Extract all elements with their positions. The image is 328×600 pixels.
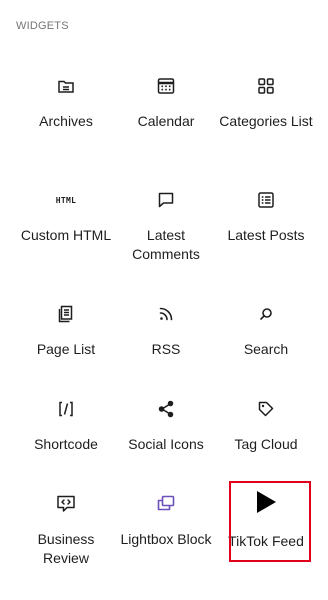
lightbox-icon [154, 492, 178, 516]
block-label: Lightbox Block [120, 531, 212, 547]
categories-icon [254, 74, 278, 98]
block-calendar[interactable]: Calendar [116, 74, 216, 131]
block-lightbox-block[interactable]: Lightbox Block [116, 492, 216, 549]
block-label: Calendar [137, 113, 195, 129]
tag-icon [254, 397, 278, 421]
block-archives[interactable]: Archives [16, 74, 116, 131]
block-page-list[interactable]: Page List [16, 302, 116, 359]
block-tiktok-feed[interactable]: TikTok Feed [216, 491, 316, 551]
comment-icon [154, 188, 178, 212]
block-label: Categories List [219, 113, 313, 129]
block-business-review[interactable]: Business Review [16, 492, 116, 568]
html-icon-text: HTML [55, 195, 77, 205]
block-latest-posts[interactable]: Latest Posts [216, 188, 316, 245]
block-search[interactable]: Search [216, 302, 316, 359]
archive-icon [54, 74, 78, 98]
play-icon [254, 488, 278, 516]
calendar-icon [154, 74, 178, 98]
block-label: Archives [39, 113, 93, 129]
block-rss[interactable]: RSS [116, 302, 216, 359]
block-latest-comments[interactable]: Latest Comments [116, 188, 216, 264]
pages-icon [54, 302, 78, 326]
block-label: TikTok Feed [228, 533, 304, 549]
block-label: Business Review [37, 531, 95, 566]
section-title: Widgets [16, 20, 69, 32]
block-label: Shortcode [34, 436, 98, 452]
block-custom-html[interactable]: HTML Custom HTML [16, 188, 116, 245]
block-categories-list[interactable]: Categories List [216, 74, 316, 131]
widgets-panel: Widgets Archives Calendar [0, 0, 328, 600]
block-label: Latest Posts [227, 227, 305, 243]
share-icon [154, 397, 178, 421]
html-icon: HTML [54, 188, 78, 212]
block-label: Search [243, 341, 289, 357]
code-bubble-icon [54, 492, 78, 516]
block-label: Page List [36, 341, 96, 357]
search-icon [254, 302, 278, 326]
block-label: RSS [151, 341, 181, 357]
block-label: Latest Comments [132, 227, 200, 262]
rss-icon [154, 302, 178, 326]
block-social-icons[interactable]: Social Icons [116, 397, 216, 454]
block-label: Social Icons [128, 436, 204, 452]
post-list-icon [254, 188, 278, 212]
shortcode-icon [54, 397, 78, 421]
block-shortcode[interactable]: Shortcode [16, 397, 116, 454]
block-label: Tag Cloud [234, 436, 298, 452]
block-label: Custom HTML [20, 227, 112, 243]
block-tag-cloud[interactable]: Tag Cloud [216, 397, 316, 454]
